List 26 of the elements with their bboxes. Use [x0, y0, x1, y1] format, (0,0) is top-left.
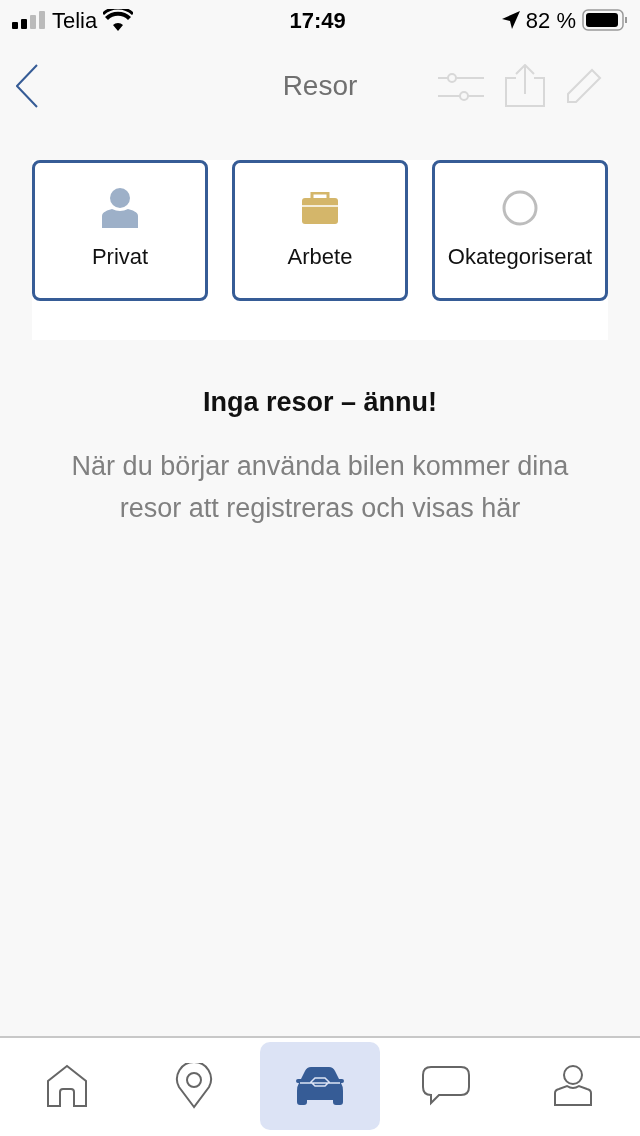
circle-icon [501, 189, 539, 227]
empty-state-title: Inga resor – ännu! [201, 386, 439, 419]
speech-bubble-icon [421, 1065, 472, 1107]
battery-percentage: 82 % [525, 6, 576, 35]
category-button[interactable]: Okategoriserat [432, 160, 608, 301]
carrier-name: Telia [52, 6, 98, 35]
category-button[interactable]: Arbete [232, 160, 408, 301]
briefcase-icon [302, 192, 338, 224]
page-title: Resor [282, 69, 358, 103]
battery-icon [582, 9, 628, 31]
category-button[interactable]: Privat [32, 160, 208, 301]
car-icon [294, 1067, 345, 1105]
signal-icon [12, 11, 46, 29]
location-arrow-icon [501, 11, 520, 29]
person-icon [102, 188, 138, 228]
back-chevron-icon [16, 64, 38, 108]
person-icon [553, 1065, 592, 1107]
wifi-icon [103, 9, 134, 31]
car-tab[interactable] [259, 1042, 380, 1130]
home-icon [46, 1064, 89, 1108]
clock-time: 17:49 [289, 6, 346, 35]
location-pin-icon [174, 1063, 213, 1109]
back-button[interactable] [16, 62, 40, 110]
empty-state-message: När du börjar använda bilen kommer dina resor att registreras och visas här [70, 449, 570, 525]
share-icon [504, 64, 546, 108]
pencil-icon [566, 68, 602, 104]
